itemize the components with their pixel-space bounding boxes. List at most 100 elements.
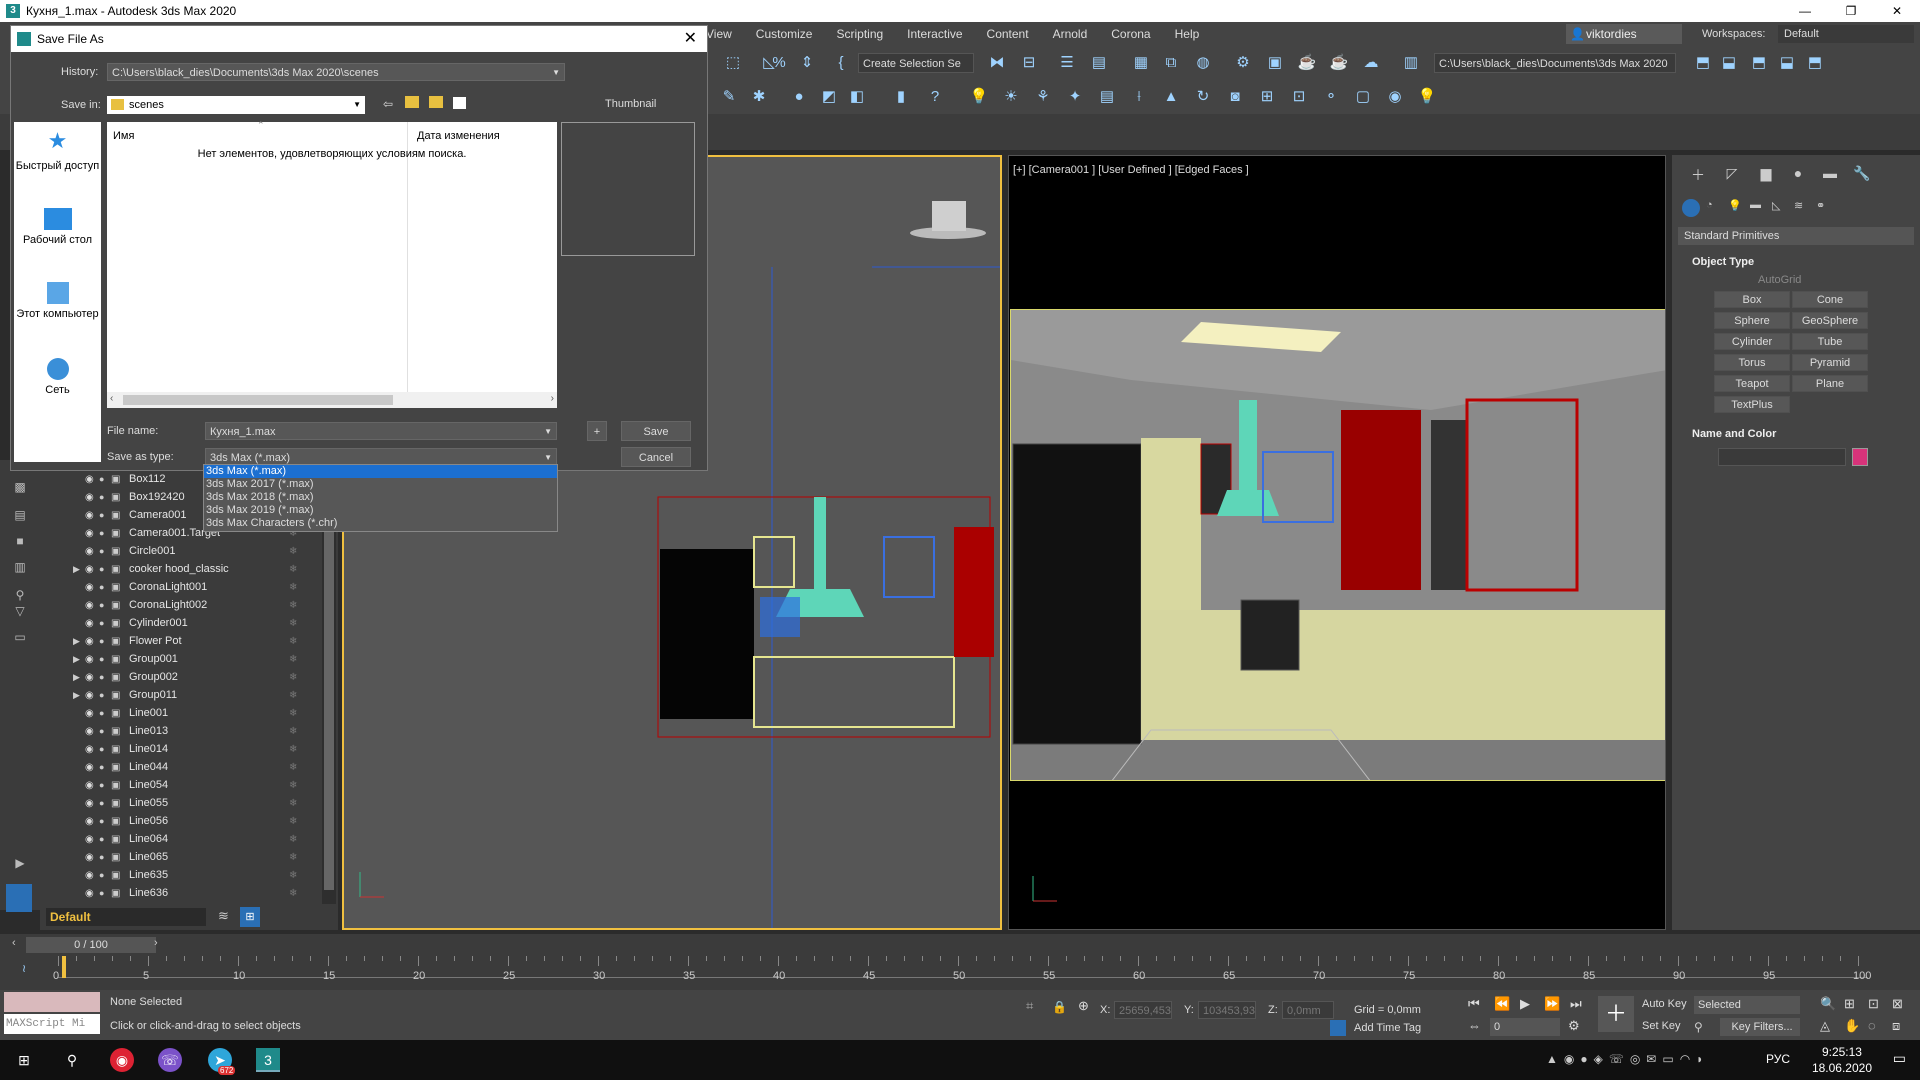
up-folder-icon[interactable] [405, 96, 419, 108]
spacewarps-icon[interactable]: ≋ [1794, 199, 1803, 212]
dock-icon-5[interactable]: ⬒ [1804, 52, 1826, 74]
save-type-option[interactable]: 3ds Max 2017 (*.max) [204, 478, 557, 491]
history-dropdown[interactable]: C:\Users\black_dies\Documents\3ds Max 20… [107, 63, 565, 81]
freeze-icon[interactable]: ❄ [289, 744, 297, 755]
render-dot-icon[interactable]: ● [99, 474, 111, 484]
primitive-button-cylinder[interactable]: Cylinder [1714, 333, 1790, 350]
render-dot-icon[interactable]: ● [99, 834, 111, 844]
selection-set-dropdown[interactable]: Create Selection Se [858, 53, 974, 73]
save-type-option[interactable]: 3ds Max Characters (*.chr) [204, 517, 557, 530]
time-cursor[interactable] [62, 956, 66, 978]
schematic-view-icon[interactable]: ⧉ [1160, 52, 1182, 74]
primitive-button-cone[interactable]: Cone [1792, 291, 1868, 308]
motion-tab-icon[interactable]: ● [1788, 165, 1808, 185]
layer-explorer-icon[interactable]: ≋ [218, 908, 229, 924]
scene-row[interactable]: ◉ ● ▣ Line014 ❄ [40, 740, 338, 758]
render-dot-icon[interactable]: ● [99, 600, 111, 610]
modify-tab-icon[interactable]: ◸ [1722, 165, 1742, 185]
viber-icon[interactable]: ☏ [158, 1048, 182, 1072]
dialog-close-icon[interactable]: ✕ [684, 28, 697, 48]
workspace-dropdown[interactable]: Default [1778, 25, 1914, 43]
play-icon[interactable]: ▶ [12, 856, 28, 870]
set-key-big-icon[interactable]: ＋ [1598, 996, 1634, 1032]
key-filters-icon[interactable]: ⚲ [1694, 1020, 1703, 1034]
dock-icon-1[interactable]: ⬒ [1692, 52, 1714, 74]
freeze-icon[interactable]: ❄ [289, 888, 297, 899]
scene-row[interactable]: ◉ ● ▣ Line056 ❄ [40, 812, 338, 830]
set-key-button[interactable]: Set Key [1642, 1020, 1681, 1032]
render-dot-icon[interactable]: ● [99, 492, 111, 502]
scene-row[interactable]: ◉ ● ▣ Line055 ❄ [40, 794, 338, 812]
scene-row[interactable]: ◉ ● ▣ Line064 ❄ [40, 830, 338, 848]
maximize-button[interactable]: ❐ [1828, 0, 1874, 22]
y-coord-field[interactable]: 103453,93 [1198, 1001, 1256, 1019]
current-frame-field[interactable]: 0 [1490, 1018, 1560, 1036]
expand-arrow-icon[interactable]: ▶ [73, 654, 85, 665]
time-slider-thumb[interactable]: 0 / 100 [26, 937, 156, 953]
time-slider[interactable]: ‹ 0 / 100 › [0, 934, 1920, 956]
menu-content[interactable]: Content [975, 27, 1041, 41]
corona-material-icon[interactable]: ⚬ [1320, 86, 1342, 108]
filter-icon[interactable]: ▽ [12, 604, 28, 618]
render-region-icon[interactable]: ◧ [846, 86, 868, 108]
render-dot-icon[interactable]: ● [99, 690, 111, 700]
isolate-icon[interactable]: ⌗ [1026, 998, 1033, 1014]
eye-icon[interactable]: ◉ [85, 546, 99, 557]
corona-proxy-icon[interactable]: ▤ [1096, 86, 1118, 108]
eye-icon[interactable]: ◉ [85, 600, 99, 611]
time-tag-icon[interactable] [1330, 1020, 1346, 1036]
goto-start-icon[interactable]: ⏮ [1468, 996, 1480, 1012]
render-dot-icon[interactable]: ● [99, 564, 111, 574]
render-dot-icon[interactable]: ● [99, 618, 111, 628]
input-language[interactable]: РУС [1766, 1052, 1790, 1066]
corona-eye-icon[interactable]: ◉ [1384, 86, 1406, 108]
object-color-swatch[interactable] [1852, 448, 1868, 466]
freeze-icon[interactable]: ❄ [289, 546, 297, 557]
select-region-icon[interactable]: ⬚ [722, 52, 744, 74]
user-account-dropdown[interactable]: 👤 viktordies [1566, 24, 1682, 44]
corona-camera-icon[interactable]: ⚘ [1032, 86, 1054, 108]
render-dot-icon[interactable]: ● [99, 852, 111, 862]
freeze-icon[interactable]: ❄ [289, 708, 297, 719]
scene-row[interactable]: ▶ ◉ ● ▣ Group011 ❄ [40, 686, 338, 704]
save-in-dropdown[interactable]: scenes ▼ [107, 96, 365, 114]
scene-row[interactable]: ◉ ● ▣ Line635 ❄ [40, 866, 338, 884]
autogrid-checkbox[interactable]: AutoGrid [1758, 274, 1801, 286]
eye-icon[interactable]: ◉ [85, 780, 99, 791]
viewport-layout-icon[interactable] [6, 884, 32, 912]
utilities-tab-icon[interactable]: 🔧 [1852, 165, 1872, 185]
freeze-icon[interactable]: ❄ [289, 672, 297, 683]
render-icon[interactable]: ☕ [1296, 52, 1318, 74]
hscroll-thumb[interactable] [123, 395, 393, 405]
primitive-button-torus[interactable]: Torus [1714, 354, 1790, 371]
scene-row[interactable]: ▶ ◉ ● ▣ Group001 ❄ [40, 650, 338, 668]
x-coord-field[interactable]: 25659,453 [1114, 1001, 1172, 1019]
render-setup-icon[interactable]: ⚙ [1232, 52, 1254, 74]
z-coord-field[interactable]: 0,0mm [1282, 1001, 1334, 1019]
project-folder-icon[interactable]: ▥ [1400, 52, 1422, 74]
material-editor-icon[interactable]: ◍ [1192, 52, 1214, 74]
eye-icon[interactable]: ◉ [85, 474, 99, 485]
corona-sun-icon[interactable]: ☀ [1000, 86, 1022, 108]
render-dot-icon[interactable]: ● [99, 582, 111, 592]
eye-icon[interactable]: ◉ [85, 492, 99, 503]
primitive-button-geosphere[interactable]: GeoSphere [1792, 312, 1868, 329]
place-network[interactable]: Сеть [14, 358, 101, 397]
lock-selection-icon[interactable]: 🔒 [1052, 1000, 1067, 1014]
add-time-tag[interactable]: Add Time Tag [1354, 1022, 1421, 1034]
render-dot-icon[interactable]: ● [99, 708, 111, 718]
material-icon[interactable]: ◩ [818, 86, 840, 108]
save-type-option[interactable]: 3ds Max 2018 (*.max) [204, 491, 557, 504]
maximize-viewport-icon[interactable]: ⧈ [1892, 1018, 1900, 1034]
scene-row[interactable]: ◉ ● ▣ Line044 ❄ [40, 758, 338, 776]
scene-row[interactable]: ◉ ● ▣ Cylinder001 ❄ [40, 614, 338, 632]
play-button-icon[interactable]: ▶ [1520, 996, 1530, 1012]
scene-row[interactable]: ▶ ◉ ● ▣ cooker hood_classic ❄ [40, 560, 338, 578]
system-clock[interactable]: 9:25:13 18.06.2020 [1812, 1044, 1872, 1076]
eye-icon[interactable]: ◉ [85, 636, 99, 647]
eye-icon[interactable]: ◉ [85, 690, 99, 701]
expand-arrow-icon[interactable]: ▶ [73, 564, 85, 575]
layer-dropdown[interactable]: Default [46, 908, 206, 926]
next-frame-icon[interactable]: › [154, 937, 158, 949]
eye-icon[interactable]: ◉ [85, 528, 99, 539]
